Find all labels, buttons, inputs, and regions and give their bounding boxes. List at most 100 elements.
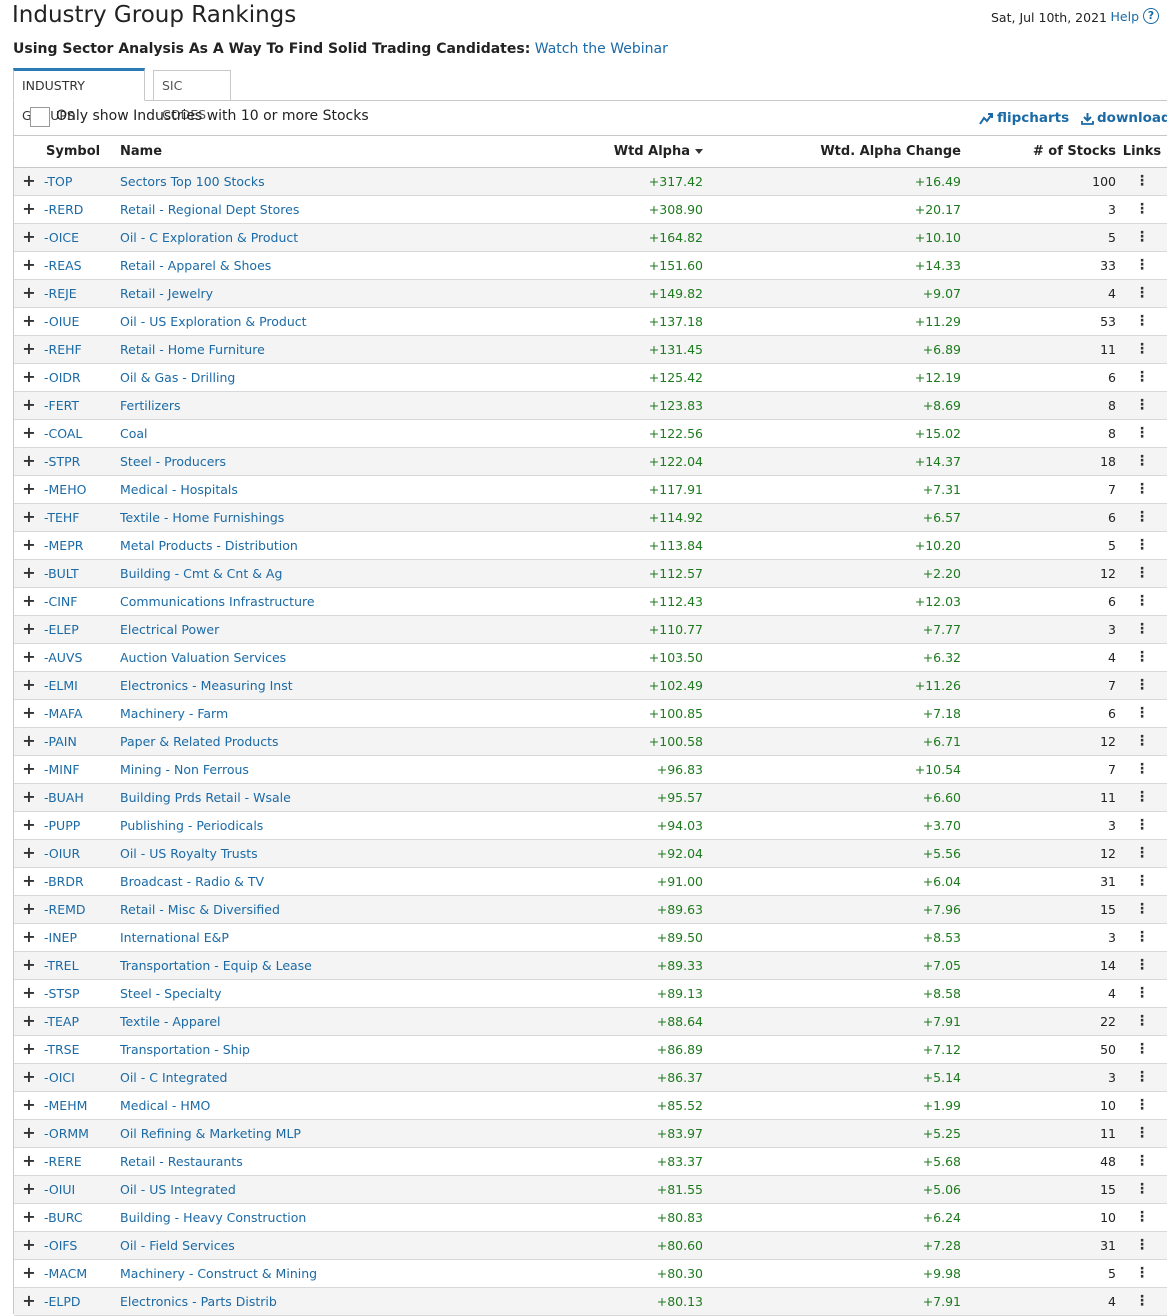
row-links-menu-icon[interactable]: ⋮ <box>1135 621 1149 637</box>
c-plus-cell[interactable]: + <box>14 1091 44 1120</box>
row-name[interactable]: Fertilizers <box>120 398 181 413</box>
row-symbol[interactable]: -BUAH <box>44 790 84 805</box>
expand-row-icon[interactable]: + <box>22 395 35 414</box>
row-name[interactable]: Paper & Related Products <box>120 734 279 749</box>
c-sym-cell[interactable]: -PUPP <box>44 811 120 840</box>
row-symbol[interactable]: -RERD <box>44 202 83 217</box>
row-name[interactable]: Oil - US Royalty Trusts <box>120 846 258 861</box>
table-row[interactable]: + -ELPD Electronics - Parts Distrib +80.13 +… <box>14 1287 1167 1316</box>
c-links-cell[interactable]: ⋮ <box>1116 1119 1167 1148</box>
c-name-cell[interactable]: Oil - C Integrated <box>120 1063 540 1092</box>
c-links-cell[interactable]: ⋮ <box>1116 419 1167 448</box>
c-name-cell[interactable]: Retail - Regional Dept Stores <box>120 195 540 224</box>
row-links-menu-icon[interactable]: ⋮ <box>1135 677 1149 693</box>
c-name-cell[interactable]: Publishing - Periodicals <box>120 811 540 840</box>
download-label[interactable]: download <box>1097 110 1167 126</box>
expand-row-icon[interactable]: + <box>22 843 35 862</box>
row-links-menu-icon[interactable]: ⋮ <box>1135 761 1149 777</box>
expand-row-icon[interactable]: + <box>22 1151 35 1170</box>
expand-row-icon[interactable]: + <box>22 339 35 358</box>
row-links-menu-icon[interactable]: ⋮ <box>1135 817 1149 833</box>
c-sym-cell[interactable]: -OIFS <box>44 1231 120 1260</box>
row-name[interactable]: Electronics - Parts Distrib <box>120 1294 277 1309</box>
row-symbol[interactable]: -COAL <box>44 426 82 441</box>
row-symbol[interactable]: -FERT <box>44 398 79 413</box>
c-plus-cell[interactable]: + <box>14 363 44 392</box>
table-row[interactable]: + -ELEP Electrical Power +110.77 +7.77 3 ⋮ <box>14 615 1167 644</box>
tab-sic-codes[interactable]: SIC CODES <box>153 70 231 122</box>
c-sym-cell[interactable]: -OIUI <box>44 1175 120 1204</box>
c-plus-cell[interactable]: + <box>14 979 44 1008</box>
table-row[interactable]: + -COAL Coal +122.56 +15.02 8 ⋮ <box>14 419 1167 448</box>
row-name[interactable]: Oil - C Exploration & Product <box>120 230 298 245</box>
c-links-cell[interactable]: ⋮ <box>1116 895 1167 924</box>
table-row[interactable]: + -OICE Oil - C Exploration & Product +164.… <box>14 223 1167 252</box>
c-name-cell[interactable]: Textile - Home Furnishings <box>120 503 540 532</box>
c-sym-cell[interactable]: -MEHM <box>44 1091 120 1120</box>
c-name-cell[interactable]: International E&P <box>120 923 540 952</box>
flipcharts-link[interactable]: flipcharts <box>979 110 1069 126</box>
c-plus-cell[interactable]: + <box>14 699 44 728</box>
table-row[interactable]: + -OIUI Oil - US Integrated +81.55 +5.06 15 ⋮ <box>14 1175 1167 1204</box>
row-name[interactable]: Steel - Producers <box>120 454 226 469</box>
c-links-cell[interactable]: ⋮ <box>1116 671 1167 700</box>
table-row[interactable]: + -MEHM Medical - HMO +85.52 +1.99 10 ⋮ <box>14 1091 1167 1120</box>
expand-row-icon[interactable]: + <box>22 423 35 442</box>
row-links-menu-icon[interactable]: ⋮ <box>1135 873 1149 889</box>
row-symbol[interactable]: -BURC <box>44 1210 83 1225</box>
expand-row-icon[interactable]: + <box>22 451 35 470</box>
row-links-menu-icon[interactable]: ⋮ <box>1135 565 1149 581</box>
expand-row-icon[interactable]: + <box>22 283 35 302</box>
row-name[interactable]: Broadcast - Radio & TV <box>120 874 264 889</box>
row-links-menu-icon[interactable]: ⋮ <box>1135 957 1149 973</box>
expand-row-icon[interactable]: + <box>22 367 35 386</box>
row-name[interactable]: Building Prds Retail - Wsale <box>120 790 291 805</box>
expand-row-icon[interactable]: + <box>22 199 35 218</box>
c-plus-cell[interactable]: + <box>14 391 44 420</box>
table-row[interactable]: + -BULT Building - Cmt & Cnt & Ag +112.57 +2… <box>14 559 1167 588</box>
row-links-menu-icon[interactable]: ⋮ <box>1135 929 1149 945</box>
name-column-header[interactable]: Name <box>120 137 540 168</box>
row-links-menu-icon[interactable]: ⋮ <box>1135 901 1149 917</box>
row-symbol[interactable]: -TREL <box>44 958 79 973</box>
c-plus-cell[interactable]: + <box>14 615 44 644</box>
c-links-cell[interactable]: ⋮ <box>1116 699 1167 728</box>
row-symbol[interactable]: -ELMI <box>44 678 78 693</box>
table-row[interactable]: + -BURC Building - Heavy Construction +80.8… <box>14 1203 1167 1232</box>
row-name[interactable]: Auction Valuation Services <box>120 650 286 665</box>
c-links-cell[interactable]: ⋮ <box>1116 531 1167 560</box>
table-row[interactable]: + -REAS Retail - Apparel & Shoes +151.60 +14… <box>14 251 1167 280</box>
download-icon[interactable] <box>1081 112 1094 125</box>
c-name-cell[interactable]: Electrical Power <box>120 615 540 644</box>
row-links-menu-icon[interactable]: ⋮ <box>1135 1181 1149 1197</box>
c-name-cell[interactable]: Textile - Apparel <box>120 1007 540 1036</box>
c-links-cell[interactable]: ⋮ <box>1116 1063 1167 1092</box>
row-symbol[interactable]: -MINF <box>44 762 80 777</box>
c-links-cell[interactable]: ⋮ <box>1116 447 1167 476</box>
tab-industry-groups[interactable]: INDUSTRY GROUPS <box>13 68 145 123</box>
c-links-cell[interactable]: ⋮ <box>1116 615 1167 644</box>
expand-row-icon[interactable]: + <box>22 1123 35 1142</box>
row-links-menu-icon[interactable]: ⋮ <box>1135 1125 1149 1141</box>
c-plus-cell[interactable]: + <box>14 307 44 336</box>
c-plus-cell[interactable]: + <box>14 671 44 700</box>
row-links-menu-icon[interactable]: ⋮ <box>1135 1153 1149 1169</box>
table-row[interactable]: + -BUAH Building Prds Retail - Wsale +95.57… <box>14 783 1167 812</box>
c-plus-cell[interactable]: + <box>14 335 44 364</box>
c-links-cell[interactable]: ⋮ <box>1116 1091 1167 1120</box>
c-plus-cell[interactable]: + <box>14 251 44 280</box>
table-row[interactable]: + -ELMI Electronics - Measuring Inst +102.4… <box>14 671 1167 700</box>
row-name[interactable]: Coal <box>120 426 148 441</box>
c-sym-cell[interactable]: -TRSE <box>44 1035 120 1064</box>
expand-row-icon[interactable]: + <box>22 1011 35 1030</box>
table-row[interactable]: + -BRDR Broadcast - Radio & TV +91.00 +6.04 3… <box>14 867 1167 896</box>
row-name[interactable]: Medical - Hospitals <box>120 482 238 497</box>
c-sym-cell[interactable]: -TREL <box>44 951 120 980</box>
row-symbol[interactable]: -REJE <box>44 286 77 301</box>
c-links-cell[interactable]: ⋮ <box>1116 1259 1167 1288</box>
row-links-menu-icon[interactable]: ⋮ <box>1135 509 1149 525</box>
row-links-menu-icon[interactable]: ⋮ <box>1135 649 1149 665</box>
c-name-cell[interactable]: Transportation - Equip & Lease <box>120 951 540 980</box>
expand-row-icon[interactable]: + <box>22 563 35 582</box>
trend-chart-icon[interactable] <box>979 112 994 125</box>
